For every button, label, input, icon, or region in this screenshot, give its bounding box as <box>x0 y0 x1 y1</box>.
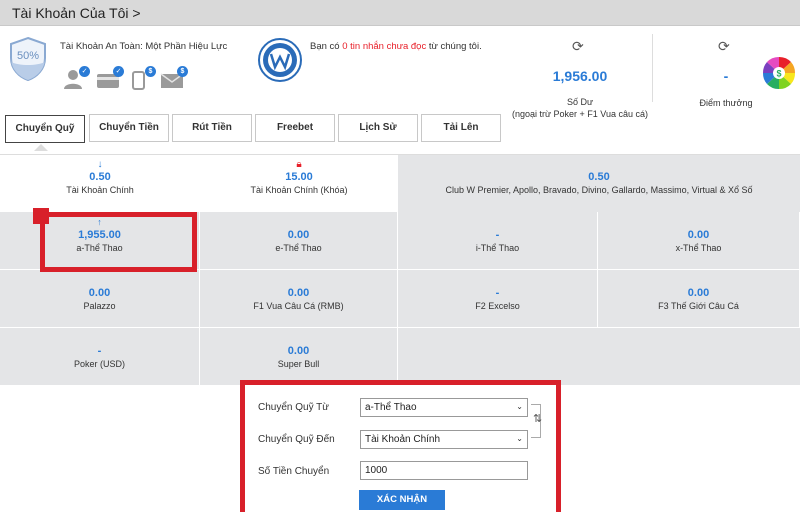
messages-count[interactable]: 0 tin nhắn chưa đọc <box>342 41 426 52</box>
tab-bar: Chuyển Quỹ Chuyển Tiền Rút Tiền Freebet … <box>0 112 800 144</box>
wallet-cell[interactable]: - Poker (USD) <box>0 328 200 386</box>
amount-input[interactable] <box>360 461 528 480</box>
club-account-value: 0.50 <box>588 171 610 183</box>
wallet-value: 0.00 <box>287 287 310 299</box>
wallet-cell[interactable]: 0.00 Palazzo <box>0 270 200 328</box>
unread-messages[interactable]: Bạn có 0 tin nhắn chưa đọc từ chúng tôi. <box>310 40 500 53</box>
wallet-value: 0.00 <box>287 345 310 357</box>
dollar-badge: $ <box>177 66 188 77</box>
main-account-label: Tài Khoản Chính <box>66 185 134 195</box>
locked-account-cell: 🔒︎ 15.00 Tài Khoản Chính (Khóa) <box>200 155 398 213</box>
highlight-marker <box>33 208 49 224</box>
wallet-value: - <box>495 287 500 299</box>
wallet-value: 0.00 <box>687 229 710 241</box>
from-select[interactable]: a-Thể Thao ⌄ <box>360 398 528 417</box>
check-badge: ✓ <box>113 66 124 77</box>
wallet-value: - <box>495 229 500 241</box>
user-verify-icon[interactable]: ✓ <box>62 66 90 90</box>
club-account-label: Club W Premier, Apollo, Bravado, Divino,… <box>445 185 753 195</box>
wallet-label: F1 Vua Câu Cá (RMB) <box>253 301 344 311</box>
safety-percent: 50% <box>16 50 40 62</box>
summary-row: ↓ 0.50 Tài Khoản Chính 🔒︎ 15.00 Tài Khoả… <box>0 154 800 213</box>
to-selected-value: Tài Khoản Chính <box>365 434 441 445</box>
wallet-value: 0.00 <box>687 287 710 299</box>
wallet-label: F3 Thế Giới Câu Cá <box>658 301 739 311</box>
active-tab-pointer <box>34 144 48 151</box>
wallet-cell[interactable]: - F2 Excelso <box>398 270 598 328</box>
highlight-frame <box>40 212 197 272</box>
tab-history[interactable]: Lịch Sử <box>338 114 418 142</box>
wallet-value: 0.00 <box>88 287 111 299</box>
download-arrow-icon: ↓ <box>97 159 103 170</box>
from-label: Chuyển Quỹ Từ <box>258 402 329 413</box>
wallet-label: Super Bull <box>277 359 320 369</box>
refresh-icon[interactable]: ⟳ <box>572 38 584 55</box>
wallet-value: 0.00 <box>287 229 310 241</box>
club-account-cell: 0.50 Club W Premier, Apollo, Bravado, Di… <box>398 155 800 213</box>
to-select[interactable]: Tài Khoản Chính ⌄ <box>360 430 528 449</box>
wallet-cell[interactable]: - i-Thể Thao <box>398 212 598 270</box>
tab-withdraw[interactable]: Rút Tiền <box>172 114 252 142</box>
wallet-label: x-Thể Thao <box>675 243 722 253</box>
tab-send-money[interactable]: Chuyển Tiền <box>89 114 169 142</box>
dollar-badge: $ <box>145 66 156 77</box>
wallet-cell[interactable]: 0.00 x-Thể Thao <box>598 212 800 270</box>
wallet-label: i-Thể Thao <box>475 243 520 253</box>
locked-account-value: 15.00 <box>285 171 313 183</box>
wallet-label: e-Thể Thao <box>275 243 322 253</box>
balance-value: 1,956.00 <box>552 68 608 84</box>
wallet-cell[interactable]: 0.00 F1 Vua Câu Cá (RMB) <box>200 270 398 328</box>
to-label: Chuyển Quỹ Đến <box>258 434 335 445</box>
title-bar: Tài Khoản Của Tôi > <box>0 0 800 26</box>
mail-verify-icon[interactable]: $ <box>160 66 188 90</box>
empty-cell <box>398 328 800 386</box>
chevron-down-icon: ⌄ <box>516 434 523 443</box>
refresh-icon[interactable]: ⟳ <box>718 38 730 55</box>
wheel-icon[interactable]: $ <box>762 56 796 90</box>
check-badge: ✓ <box>79 66 90 77</box>
safety-label: Tài Khoản An Toàn: Một Phần Hiệu Lực <box>60 41 228 52</box>
wallet-cell[interactable]: 0.00 e-Thể Thao <box>200 212 398 270</box>
from-selected-value: a-Thể Thao <box>365 402 417 413</box>
wallet-cell[interactable]: 0.00 F3 Thế Giới Câu Cá <box>598 270 800 328</box>
account-overview: 50% Tài Khoản An Toàn: Một Phần Hiệu Lực… <box>0 26 800 119</box>
main-account-value: 0.50 <box>89 171 111 183</box>
points-value: - <box>723 68 729 84</box>
messages-suffix: từ chúng tôi. <box>428 41 482 52</box>
svg-text:$: $ <box>776 69 781 79</box>
tab-transfer-fund[interactable]: Chuyển Quỹ <box>5 115 85 143</box>
balance-title: Số Dư <box>566 97 594 107</box>
swap-icon[interactable]: ⇅ <box>533 412 542 425</box>
lock-icon: 🔒︎ <box>296 159 302 170</box>
points-label: Điểm thưởng <box>699 98 753 108</box>
messages-prefix: Bạn có <box>310 41 340 52</box>
wallet-label: Palazzo <box>83 301 116 311</box>
main-account-cell: ↓ 0.50 Tài Khoản Chính <box>0 155 200 213</box>
card-verify-icon[interactable]: ✓ <box>96 66 124 90</box>
tab-freebet[interactable]: Freebet <box>255 114 335 142</box>
phone-verify-icon[interactable]: $ <box>128 66 156 90</box>
confirm-button[interactable]: XÁC NHẬN <box>359 490 445 510</box>
tab-upload[interactable]: Tải Lên <box>421 114 501 142</box>
w-logo-icon <box>258 38 302 82</box>
verification-icons: ✓ ✓ $ $ <box>62 66 192 90</box>
page-title[interactable]: Tài Khoản Của Tôi > <box>12 5 141 21</box>
chevron-down-icon: ⌄ <box>516 402 523 411</box>
locked-account-label: Tài Khoản Chính (Khóa) <box>250 185 348 195</box>
divider <box>652 34 653 102</box>
wallet-cell[interactable]: 0.00 Super Bull <box>200 328 398 386</box>
amount-label: Số Tiền Chuyển <box>258 466 330 477</box>
wallet-value: - <box>97 345 102 357</box>
wallet-label: F2 Excelso <box>475 301 520 311</box>
wallet-label: Poker (USD) <box>73 359 125 369</box>
